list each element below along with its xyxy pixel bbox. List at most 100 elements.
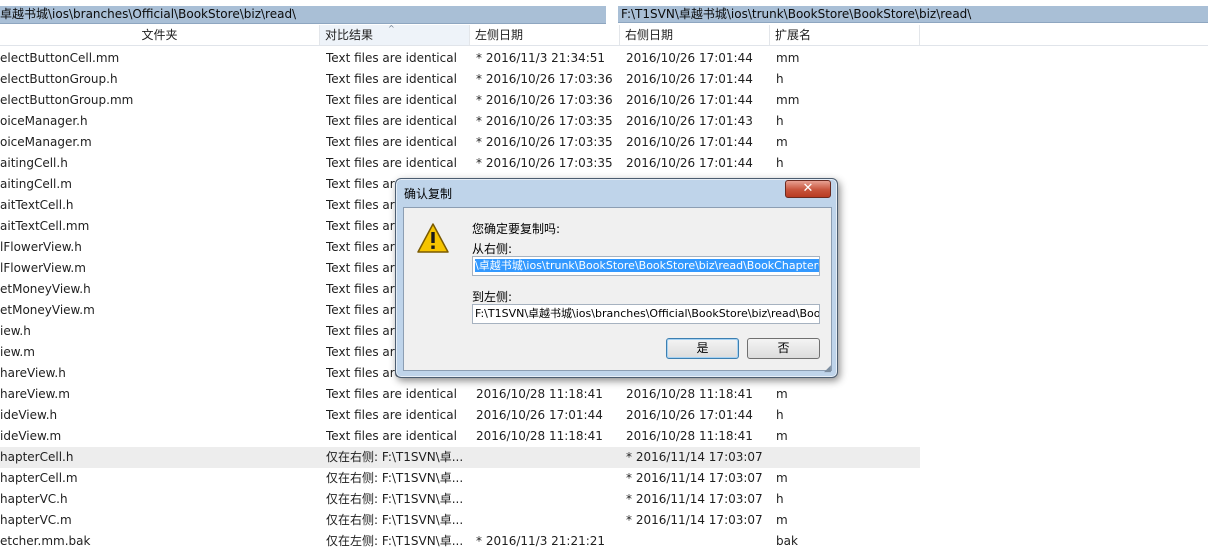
column-header: 文件夹 对比结果 ^ 左侧日期 右侧日期 扩展名 <box>0 24 1208 46</box>
file-name-cell: aitTextCell.h <box>0 198 74 212</box>
right-date-cell: * 2016/11/14 17:03:07 <box>626 513 763 527</box>
file-name-cell: oiceManager.h <box>0 114 88 128</box>
file-name-cell: aitingCell.h <box>0 156 68 170</box>
file-name-cell: etMoneyView.h <box>0 282 91 296</box>
file-name-cell: hapterCell.h <box>0 450 74 464</box>
left-date-cell: * 2016/11/3 21:21:21 <box>476 534 606 548</box>
table-row[interactable]: hapterCell.m 仅在右侧: F:\T1SVN\卓... * 2016/11… <box>0 468 920 489</box>
result-cell: 仅在右侧: F:\T1SVN\卓... <box>326 492 464 506</box>
extension-cell: h <box>776 408 784 422</box>
right-date-cell: 2016/10/26 17:01:44 <box>626 408 753 422</box>
result-cell: Text files are identical <box>326 429 457 443</box>
right-date-cell: * 2016/11/14 17:03:07 <box>626 471 763 485</box>
column-result[interactable]: 对比结果 ^ <box>320 24 470 45</box>
from-label: 从右侧: <box>472 242 513 256</box>
result-cell: Text files are identical <box>326 408 457 422</box>
right-date-cell: 2016/10/26 17:01:44 <box>626 72 753 86</box>
close-button[interactable]: ✕ <box>785 180 831 198</box>
column-folder[interactable]: 文件夹 <box>0 25 320 45</box>
table-row[interactable]: oiceManager.h Text files are identical * 2… <box>0 111 920 132</box>
table-row[interactable]: electButtonCell.mm Text files are identic… <box>0 48 920 69</box>
extension-cell: m <box>776 387 788 401</box>
file-name-cell: ideView.m <box>0 429 62 443</box>
extension-cell: mm <box>776 93 800 107</box>
table-row[interactable]: etcher.mm.bak 仅在左侧: F:\T1SVN\卓... * 2016/1… <box>0 531 920 552</box>
file-name-cell: iew.m <box>0 345 35 359</box>
left-date-cell: 2016/10/28 11:18:41 <box>476 429 603 443</box>
sort-ascending-icon: ^ <box>388 24 395 33</box>
column-right-date[interactable]: 右侧日期 <box>620 25 770 45</box>
extension-cell: m <box>776 429 788 443</box>
to-label: 到左侧: <box>472 290 513 304</box>
file-name-cell: lFlowerView.h <box>0 240 82 254</box>
table-row[interactable]: aitingCell.h Text files are identical * 20… <box>0 153 920 174</box>
left-date-cell: * 2016/10/26 17:03:35 <box>476 114 613 128</box>
close-icon: ✕ <box>802 181 814 196</box>
table-row[interactable]: hapterVC.m 仅在右侧: F:\T1SVN\卓... * 2016/11/1… <box>0 510 920 531</box>
right-date-cell: 2016/10/28 11:18:41 <box>626 429 753 443</box>
left-date-cell: 2016/10/26 17:01:44 <box>476 408 603 422</box>
to-path-field[interactable]: F:\T1SVN\卓越书城\ios\branches\Official\Book… <box>472 304 820 324</box>
table-row[interactable]: hapterCell.h 仅在右侧: F:\T1SVN\卓... * 2016/11… <box>0 447 920 468</box>
result-cell: Text files are identical <box>326 387 457 401</box>
extension-cell: bak <box>776 534 798 548</box>
table-row[interactable]: electButtonGroup.h Text files are identic… <box>0 69 920 90</box>
right-path-bar[interactable]: F:\T1SVN\卓越书城\ios\trunk\BookStore\BookSt… <box>618 6 1208 23</box>
file-name-cell: lFlowerView.m <box>0 261 86 275</box>
table-row[interactable]: hareView.m Text files are identical 2016/1… <box>0 384 920 405</box>
dialog-body: 您确定要复制吗: 从右侧: \卓越书城\ios\trunk\BookStore\… <box>403 207 832 371</box>
column-result-label: 对比结果 <box>325 28 374 42</box>
dialog-title: 确认复制 <box>404 187 453 201</box>
from-path-value: \卓越书城\ios\trunk\BookStore\BookStore\biz\… <box>475 259 819 272</box>
right-date-cell: * 2016/11/14 17:03:07 <box>626 450 763 464</box>
left-date-cell: * 2016/11/3 21:34:51 <box>476 51 606 65</box>
warning-icon <box>417 223 449 253</box>
file-name-cell: aitTextCell.mm <box>0 219 90 233</box>
resize-grip-icon[interactable]: ◢ <box>824 364 834 374</box>
right-date-cell: 2016/10/26 17:01:44 <box>626 156 753 170</box>
table-row[interactable]: electButtonGroup.mm Text files are identi… <box>0 90 920 111</box>
file-name-cell: oiceManager.m <box>0 135 92 149</box>
result-cell: Text files are identical <box>326 135 457 149</box>
result-cell: 仅在左侧: F:\T1SVN\卓... <box>326 534 464 548</box>
file-name-cell: hareView.h <box>0 366 66 380</box>
no-button[interactable]: 否 <box>747 338 820 359</box>
extension-cell: m <box>776 513 788 527</box>
file-name-cell: electButtonGroup.mm <box>0 93 134 107</box>
result-cell: 仅在右侧: F:\T1SVN\卓... <box>326 471 464 485</box>
left-path-bar[interactable]: 卓越书城\ios\branches\Official\BookStore\biz… <box>0 6 606 24</box>
table-row[interactable]: ideView.m Text files are identical 2016/10… <box>0 426 920 447</box>
file-name-cell: hapterVC.m <box>0 513 72 527</box>
table-row[interactable]: ideView.h Text files are identical 2016/10… <box>0 405 920 426</box>
extension-cell: h <box>776 114 784 128</box>
file-name-cell: electButtonGroup.h <box>0 72 118 86</box>
table-row[interactable]: hapterVC.h 仅在右侧: F:\T1SVN\卓... * 2016/11/1… <box>0 489 920 510</box>
file-name-cell: etcher.mm.bak <box>0 534 91 548</box>
table-row[interactable]: oiceManager.m Text files are identical * 2… <box>0 132 920 153</box>
left-date-cell: * 2016/10/26 17:03:35 <box>476 156 613 170</box>
file-name-cell: hapterVC.h <box>0 492 68 506</box>
result-cell: Text files are identical <box>326 51 457 65</box>
dialog-question: 您确定要复制吗: <box>472 222 561 236</box>
file-name-cell: ideView.h <box>0 408 58 422</box>
result-cell: Text files are identical <box>326 72 457 86</box>
column-left-date[interactable]: 左侧日期 <box>470 25 620 45</box>
file-name-cell: etMoneyView.m <box>0 303 95 317</box>
right-date-cell: 2016/10/26 17:01:43 <box>626 114 753 128</box>
extension-cell: m <box>776 135 788 149</box>
from-path-field[interactable]: \卓越书城\ios\trunk\BookStore\BookStore\biz\… <box>472 256 820 276</box>
yes-button[interactable]: 是 <box>666 338 739 359</box>
file-name-cell: hareView.m <box>0 387 70 401</box>
result-cell: 仅在右侧: F:\T1SVN\卓... <box>326 513 464 527</box>
file-name-cell: hapterCell.m <box>0 471 78 485</box>
result-cell: Text files are identical <box>326 114 457 128</box>
left-date-cell: * 2016/10/26 17:03:36 <box>476 72 613 86</box>
right-date-cell: 2016/10/26 17:01:44 <box>626 93 753 107</box>
file-name-cell: aitingCell.m <box>0 177 72 191</box>
right-date-cell: 2016/10/28 11:18:41 <box>626 387 753 401</box>
file-name-cell: electButtonCell.mm <box>0 51 120 65</box>
left-date-cell: 2016/10/28 11:18:41 <box>476 387 603 401</box>
column-ext[interactable]: 扩展名 <box>770 25 920 45</box>
left-date-cell: * 2016/10/26 17:03:35 <box>476 135 613 149</box>
right-date-cell: * 2016/11/14 17:03:07 <box>626 492 763 506</box>
